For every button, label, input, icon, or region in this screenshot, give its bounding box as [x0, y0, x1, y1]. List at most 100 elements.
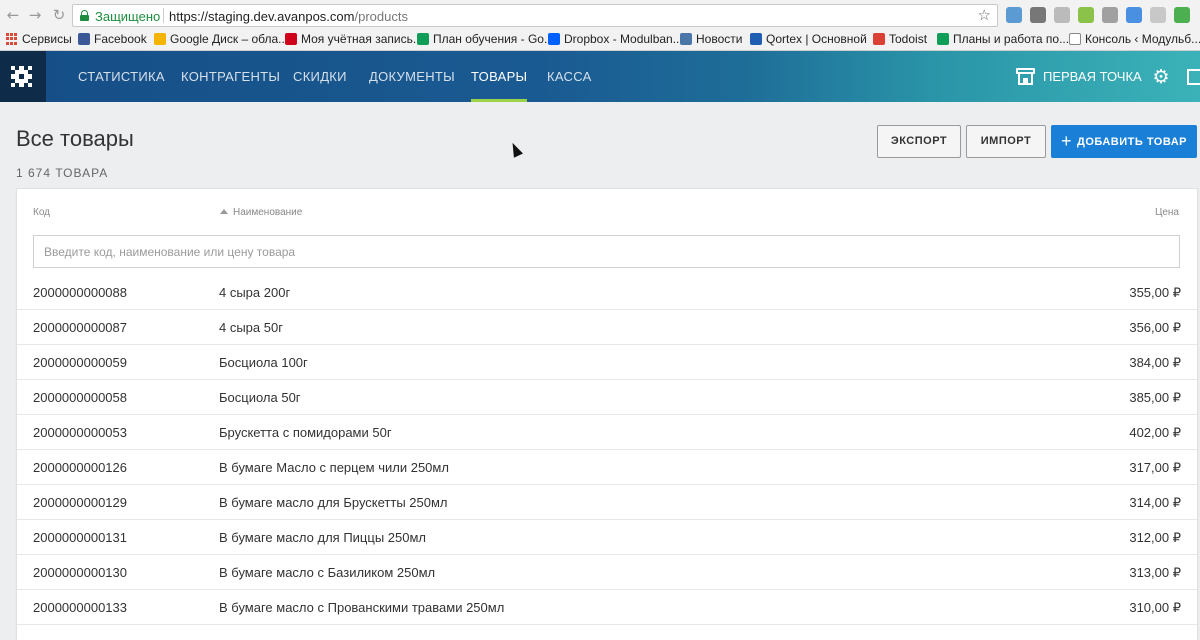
cell-code: 2000000000126: [33, 460, 127, 475]
cell-code: 2000000000130: [33, 565, 127, 580]
search-input[interactable]: [33, 235, 1180, 268]
extension-icon[interactable]: [1078, 7, 1094, 23]
sheets-icon: [937, 33, 949, 45]
avanpos-logo-icon: [11, 66, 32, 87]
account-icon: [285, 33, 297, 45]
bookmark-label: Qortex | Основной: [766, 32, 867, 46]
browser-chrome: ← → ↻ Защищено https://staging.dev.avanp…: [0, 0, 1200, 51]
column-header-price[interactable]: Цена: [1155, 207, 1179, 218]
cell-price: 356,00 ₽: [1129, 320, 1181, 335]
products-table: Код Наименование Цена 2000000000088 4 сы…: [16, 188, 1198, 640]
bookmark-services[interactable]: Сервисы: [6, 32, 72, 46]
store-icon: [1016, 68, 1035, 85]
extension-icon[interactable]: [1006, 7, 1022, 23]
url-path: /products: [354, 9, 408, 24]
import-button[interactable]: ИМПОРТ: [966, 125, 1046, 158]
bookmark-facebook[interactable]: Facebook: [78, 32, 147, 46]
cloud-icon[interactable]: [1054, 7, 1070, 23]
table-body: 2000000000088 4 сыра 200г 355,00 ₽ 20000…: [17, 275, 1197, 625]
bookmark-star-icon[interactable]: ☆: [978, 6, 991, 24]
evernote-icon[interactable]: [1030, 7, 1046, 23]
cell-code: 2000000000129: [33, 495, 127, 510]
extension-icon[interactable]: [1102, 7, 1118, 23]
forward-arrow-icon[interactable]: →: [26, 6, 44, 24]
bookmark-label: Консоль ‹ Модульб...: [1085, 32, 1200, 46]
cell-code: 2000000000053: [33, 425, 127, 440]
column-header-name-label: Наименование: [233, 207, 303, 218]
qortex-icon: [750, 33, 762, 45]
bookmark-label: Сервисы: [22, 32, 72, 46]
cell-name: В бумаге масло с Прованскими травами 250…: [219, 600, 505, 615]
secure-label: Защищено: [95, 9, 161, 24]
cell-name: 4 сыра 50г: [219, 320, 283, 335]
bookmark-label: Todoist: [889, 32, 928, 46]
mouse-cursor-icon: [508, 140, 523, 158]
drive-icon[interactable]: [1174, 7, 1190, 23]
store-name: ПЕРВАЯ ТОЧКА: [1043, 69, 1142, 84]
apps-grid-icon: [6, 33, 18, 45]
nav-products[interactable]: ТОВАРЫ: [471, 51, 528, 102]
cell-price: 385,00 ₽: [1129, 390, 1181, 405]
table-row[interactable]: 2000000000131 В бумаге масло для Пиццы 2…: [17, 520, 1197, 555]
url-text: https://staging.dev.avanpos.com/products: [169, 9, 408, 24]
bookmark-news[interactable]: Новости: [680, 32, 742, 46]
bookmarks-bar: Сервисы Facebook Google Диск – обла... М…: [0, 30, 1200, 50]
app-header: СТАТИСТИКА КОНТРАГЕНТЫ СКИДКИ ДОКУМЕНТЫ …: [0, 51, 1200, 102]
cell-name: Брускетта с помидорами 50г: [219, 425, 392, 440]
bookmark-console[interactable]: Консоль ‹ Модульб...: [1069, 32, 1200, 46]
facebook-icon: [78, 33, 90, 45]
cell-price: 312,00 ₽: [1129, 530, 1181, 545]
bookmark-todoist[interactable]: Todoist: [873, 32, 927, 46]
cell-name: В бумаге масло для Пиццы 250мл: [219, 530, 426, 545]
nav-contractors[interactable]: КОНТРАГЕНТЫ: [181, 51, 280, 102]
bookmark-google-drive[interactable]: Google Диск – обла...: [154, 32, 288, 46]
add-product-button[interactable]: + ДОБАВИТЬ ТОВАР: [1051, 125, 1197, 158]
bookmark-label: Новости: [696, 32, 743, 46]
bookmark-dropbox[interactable]: Dropbox - Modulban...: [548, 32, 683, 46]
nav-discounts[interactable]: СКИДКИ: [293, 51, 347, 102]
table-row[interactable]: 2000000000053 Брускетта с помидорами 50г…: [17, 415, 1197, 450]
logout-icon[interactable]: [1187, 69, 1200, 85]
nav-statistics[interactable]: СТАТИСТИКА: [78, 51, 165, 102]
cell-code: 2000000000133: [33, 600, 127, 615]
cell-name: 4 сыра 200г: [219, 285, 291, 300]
column-header-code[interactable]: Код: [33, 207, 50, 218]
bookmark-qortex[interactable]: Qortex | Основной: [750, 32, 867, 46]
reload-icon[interactable]: ↻: [50, 6, 68, 24]
cell-price: 313,00 ₽: [1129, 565, 1181, 580]
cell-name: В бумаге Масло с перцем чили 250мл: [219, 460, 449, 475]
translate-icon[interactable]: [1126, 7, 1142, 23]
product-count: 1 674 ТОВАРА: [16, 166, 109, 180]
table-row[interactable]: 2000000000088 4 сыра 200г 355,00 ₽: [17, 275, 1197, 310]
cell-code: 2000000000058: [33, 390, 127, 405]
google-drive-icon: [154, 33, 166, 45]
bookmark-label: Google Диск – обла...: [170, 32, 289, 46]
extension-icons: [1006, 7, 1190, 23]
nav-documents[interactable]: ДОКУМЕНТЫ: [369, 51, 455, 102]
table-row[interactable]: 2000000000126 В бумаге Масло с перцем чи…: [17, 450, 1197, 485]
nav-cash-register[interactable]: КАССА: [547, 51, 592, 102]
extension-icon[interactable]: [1150, 7, 1166, 23]
address-bar[interactable]: Защищено https://staging.dev.avanpos.com…: [72, 4, 998, 27]
store-selector[interactable]: ПЕРВАЯ ТОЧКА: [1016, 68, 1142, 85]
table-row[interactable]: 2000000000059 Босциола 100г 384,00 ₽: [17, 345, 1197, 380]
bookmark-learning-plan[interactable]: План обучения - Go...: [417, 32, 554, 46]
bookmark-label: Планы и работа по...: [953, 32, 1070, 46]
export-button[interactable]: ЭКСПОРТ: [877, 125, 961, 158]
table-row[interactable]: 2000000000058 Босциола 50г 385,00 ₽: [17, 380, 1197, 415]
address-row: ← → ↻ Защищено https://staging.dev.avanp…: [0, 0, 1200, 30]
bookmark-account[interactable]: Моя учётная запись...: [285, 32, 423, 46]
back-arrow-icon[interactable]: ←: [4, 6, 22, 24]
table-row[interactable]: 2000000000129 В бумаге масло для Брускет…: [17, 485, 1197, 520]
column-header-name[interactable]: Наименование: [220, 207, 302, 218]
table-row[interactable]: 2000000000133 В бумаге масло с Провански…: [17, 590, 1197, 625]
logo-button[interactable]: [0, 51, 46, 102]
cell-price: 310,00 ₽: [1129, 600, 1181, 615]
table-row[interactable]: 2000000000087 4 сыра 50г 356,00 ₽: [17, 310, 1197, 345]
url-host: https://staging.dev.avanpos.com: [169, 9, 355, 24]
gear-icon[interactable]: ⚙: [1151, 67, 1171, 87]
cell-name: В бумаге масло для Брускетты 250мл: [219, 495, 448, 510]
cell-code: 2000000000088: [33, 285, 127, 300]
table-row[interactable]: 2000000000130 В бумаге масло с Базиликом…: [17, 555, 1197, 590]
bookmark-plans[interactable]: Планы и работа по...: [937, 32, 1069, 46]
